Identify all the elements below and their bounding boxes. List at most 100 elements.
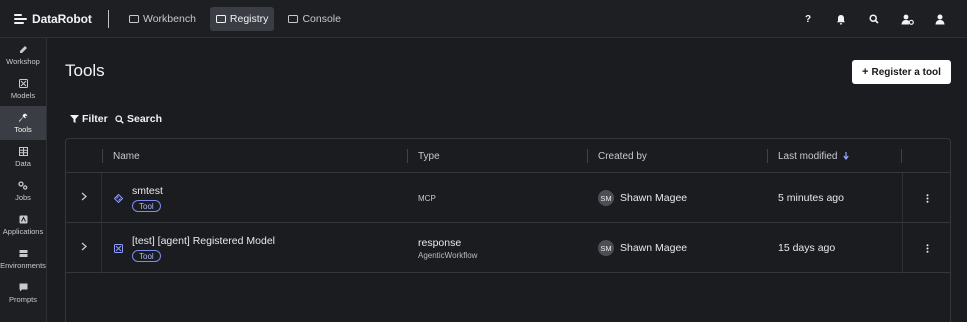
sidebar-item-label: Models bbox=[10, 90, 36, 100]
row-actions-button[interactable] bbox=[902, 173, 950, 223]
table-row[interactable]: smtest Tool MCP SM Shawn Magee 5 minutes… bbox=[66, 173, 950, 223]
row-modified: 5 minutes ago bbox=[778, 192, 844, 204]
sidebar-item-label: Tools bbox=[14, 124, 32, 134]
nav-tab-workbench[interactable]: Workbench bbox=[123, 7, 202, 31]
sort-descending-icon[interactable] bbox=[843, 152, 850, 160]
row-name[interactable]: smtest bbox=[132, 185, 163, 197]
row-creator-cell: SM Shawn Magee bbox=[598, 223, 687, 273]
datarobot-logo[interactable]: DataRobot bbox=[14, 12, 94, 26]
sidebar-item-label: Data bbox=[15, 158, 31, 168]
prompts-icon bbox=[18, 283, 28, 293]
sidebar-item-models[interactable]: Models bbox=[0, 72, 46, 106]
row-type-cell: response AgenticWorkflow bbox=[418, 223, 477, 273]
applications-icon bbox=[18, 215, 28, 225]
expand-row-button[interactable] bbox=[66, 223, 102, 273]
table-row[interactable]: [test] [agent] Registered Model Tool res… bbox=[66, 223, 950, 273]
registry-icon bbox=[215, 14, 226, 23]
sidebar-item-label: Environments bbox=[0, 260, 46, 270]
row-type: response bbox=[418, 236, 462, 249]
register-tool-label: Register a tool bbox=[871, 66, 941, 78]
model-icon bbox=[114, 243, 123, 253]
row-modified: 15 days ago bbox=[778, 242, 836, 254]
sidebar-item-prompts[interactable]: Prompts bbox=[0, 276, 46, 310]
top-bar: DataRobot Workbench Registry Console ? bbox=[0, 0, 967, 38]
register-tool-button[interactable]: + Register a tool bbox=[852, 60, 951, 84]
plus-icon: + bbox=[862, 66, 869, 78]
row-modified-cell: 15 days ago bbox=[778, 223, 835, 273]
sidebar-item-workshop[interactable]: Workshop bbox=[0, 38, 46, 72]
chevron-right-icon bbox=[81, 192, 87, 204]
search-label: Search bbox=[127, 113, 163, 125]
sidebar-item-label: Jobs bbox=[15, 192, 31, 202]
row-modified-cell: 5 minutes ago bbox=[778, 173, 844, 223]
top-actions: ? bbox=[782, 0, 947, 38]
sidebar-item-applications[interactable]: Applications bbox=[0, 208, 46, 242]
column-divider bbox=[102, 149, 103, 163]
column-header-label: Last modified bbox=[778, 150, 838, 162]
row-actions-button[interactable] bbox=[902, 223, 950, 273]
row-type-icon-cell bbox=[114, 223, 123, 273]
search-icon bbox=[115, 114, 124, 124]
row-creator-cell: SM Shawn Magee bbox=[598, 173, 687, 223]
tool-badge: Tool bbox=[132, 249, 161, 262]
search-icon[interactable] bbox=[867, 12, 881, 26]
sidebar-item-environments[interactable]: Environments bbox=[0, 242, 46, 276]
avatar: SM bbox=[598, 240, 614, 256]
bell-icon[interactable] bbox=[834, 12, 848, 26]
filter-icon bbox=[70, 115, 79, 123]
mcp-icon bbox=[114, 193, 123, 203]
column-divider[interactable] bbox=[407, 149, 408, 163]
brand-name: DataRobot bbox=[32, 11, 92, 26]
sidebar-item-data[interactable]: Data bbox=[0, 140, 46, 174]
sidebar-item-jobs[interactable]: Jobs bbox=[0, 174, 46, 208]
workshop-icon bbox=[18, 45, 28, 55]
data-icon bbox=[18, 147, 28, 157]
sidebar-item-tools[interactable]: Tools bbox=[0, 106, 46, 140]
nav-tab-console[interactable]: Console bbox=[282, 7, 347, 31]
user-settings-icon[interactable] bbox=[900, 12, 914, 26]
nav-tab-registry[interactable]: Registry bbox=[209, 6, 275, 31]
page-title: Tools bbox=[65, 61, 105, 80]
column-header-last-modified[interactable]: Last modified bbox=[778, 139, 850, 173]
expand-row-button[interactable] bbox=[66, 173, 102, 223]
row-type: MCP bbox=[418, 193, 436, 203]
wrench-icon bbox=[18, 113, 28, 123]
filter-label: Filter bbox=[82, 113, 108, 125]
top-divider bbox=[108, 9, 109, 28]
chevron-right-icon bbox=[81, 242, 87, 254]
filter-button[interactable]: Filter bbox=[70, 113, 108, 125]
datarobot-logo-icon bbox=[14, 13, 27, 25]
column-divider[interactable] bbox=[901, 149, 902, 163]
row-type-subtitle: AgenticWorkflow bbox=[418, 250, 478, 260]
sidebar-item-label: Prompts bbox=[9, 294, 37, 304]
search-button[interactable]: Search bbox=[115, 113, 162, 125]
row-creator: Shawn Magee bbox=[620, 192, 688, 204]
workbench-icon bbox=[129, 14, 139, 23]
environments-icon bbox=[18, 249, 28, 259]
column-divider[interactable] bbox=[587, 149, 588, 163]
column-header-type[interactable]: Type bbox=[418, 139, 440, 173]
nav-tab-label: Registry bbox=[229, 12, 269, 25]
more-vertical-icon bbox=[926, 193, 929, 203]
table-header: Name Type Created by Last modified bbox=[66, 139, 950, 173]
avatar: SM bbox=[598, 190, 614, 206]
jobs-icon bbox=[18, 181, 28, 191]
more-vertical-icon bbox=[926, 243, 929, 253]
row-name-cell: smtest Tool bbox=[132, 173, 163, 223]
row-name-cell: [test] [agent] Registered Model Tool bbox=[132, 223, 275, 273]
column-header-created-by[interactable]: Created by bbox=[598, 139, 647, 173]
tools-table: Name Type Created by Last modified smtes… bbox=[65, 138, 951, 322]
sidebar: Workshop Models Tools Data Jobs Applicat… bbox=[0, 38, 47, 322]
column-header-name[interactable]: Name bbox=[113, 139, 140, 173]
row-creator: Shawn Magee bbox=[620, 242, 688, 254]
sidebar-item-label: Workshop bbox=[6, 56, 40, 66]
user-icon[interactable] bbox=[933, 12, 947, 26]
console-icon bbox=[288, 14, 299, 23]
nav-tab-label: Workbench bbox=[143, 12, 196, 25]
row-name[interactable]: [test] [agent] Registered Model bbox=[132, 235, 275, 247]
column-divider[interactable] bbox=[767, 149, 768, 163]
row-type-icon-cell bbox=[114, 173, 123, 223]
models-icon bbox=[18, 79, 28, 89]
help-icon[interactable]: ? bbox=[801, 12, 815, 26]
nav-tab-label: Console bbox=[302, 12, 341, 25]
